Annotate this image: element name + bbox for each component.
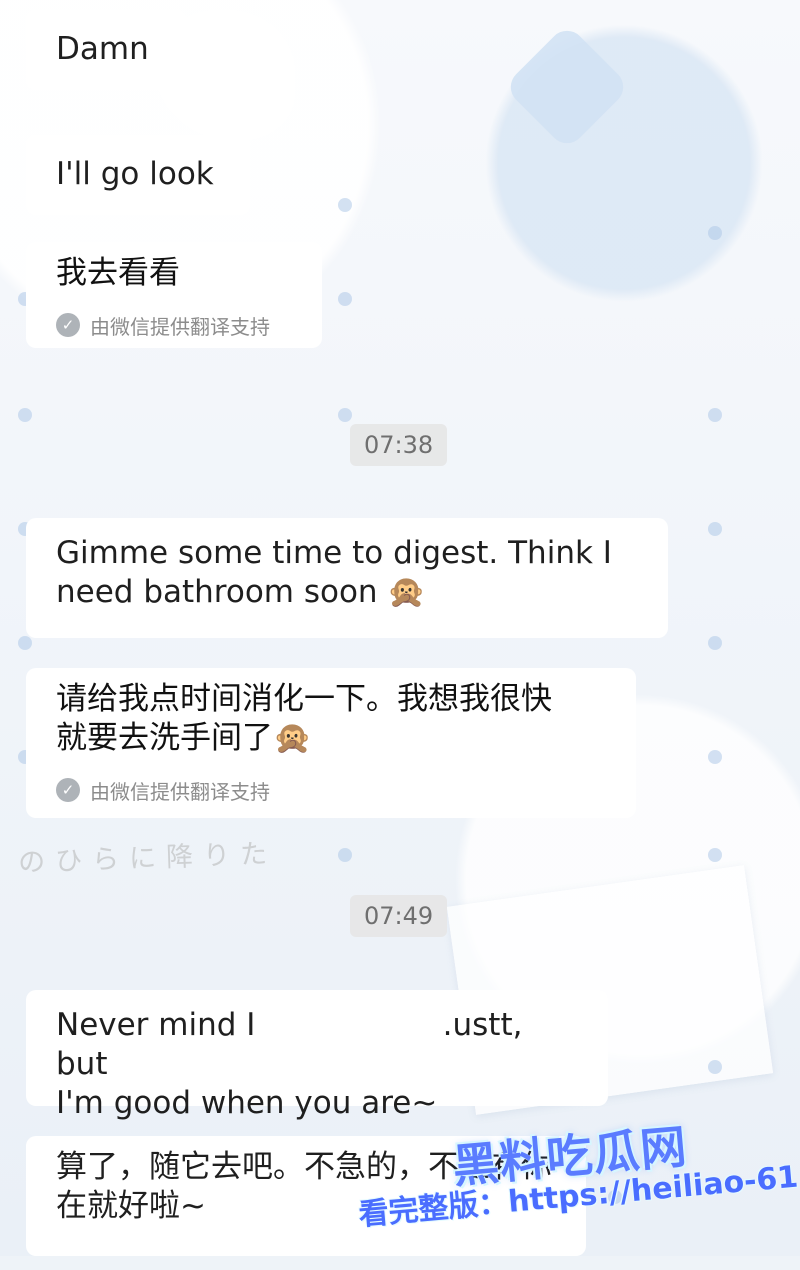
decorative-japanese-text: のひらに降りた	[17, 838, 278, 879]
message-bubble[interactable]: Damn	[26, 10, 186, 90]
message-text: Damn	[56, 31, 149, 67]
translation-bubble[interactable]: 请给我点时间消化一下。我想我很快 就要去洗手间了🙊 ✓ 由微信提供翻译支持	[26, 668, 636, 818]
background-dot	[708, 636, 722, 650]
translation-support-text: 由微信提供翻译支持	[90, 314, 270, 339]
background-dot	[708, 750, 722, 764]
message-text: Gimme some time to digest. Think I need …	[56, 535, 612, 610]
message-text: I'll go look	[56, 156, 214, 192]
timestamp: 07:38	[350, 424, 448, 466]
check-icon: ✓	[56, 313, 80, 338]
message-bubble[interactable]: Gimme some time to digest. Think I need …	[26, 518, 668, 638]
background-dot	[708, 522, 722, 536]
check-icon: ✓	[56, 778, 80, 802]
background-dot	[708, 848, 722, 862]
translation-support-row: ✓ 由微信提供翻译支持	[56, 311, 292, 340]
message-bubble[interactable]: Never mind I .ustt, but I'm good when yo…	[26, 990, 608, 1121]
translated-message-text: 我去看看	[56, 255, 180, 291]
timestamp: 07:49	[350, 895, 448, 937]
star-decoration	[503, 23, 631, 151]
background-dot	[18, 636, 32, 650]
background-dot	[338, 408, 352, 422]
message-bubble[interactable]: I'll go look	[26, 135, 250, 215]
message-text: Never mind I .ustt, but I'm good when yo…	[56, 1007, 523, 1121]
translated-message-text: 请给我点时间消化一下。我想我很快 就要去洗手间了🙊	[56, 681, 552, 756]
background-dot	[338, 292, 352, 306]
background-dot	[708, 408, 722, 422]
background-dot	[18, 408, 32, 422]
translation-support-row: ✓ 由微信提供翻译支持	[56, 776, 606, 805]
background-dot	[338, 198, 352, 212]
translation-bubble[interactable]: 我去看看 ✓ 由微信提供翻译支持	[26, 242, 322, 348]
background-dot	[338, 848, 352, 862]
translation-support-text: 由微信提供翻译支持	[90, 779, 270, 804]
background-dot	[708, 226, 722, 240]
background-dot	[708, 1060, 722, 1074]
